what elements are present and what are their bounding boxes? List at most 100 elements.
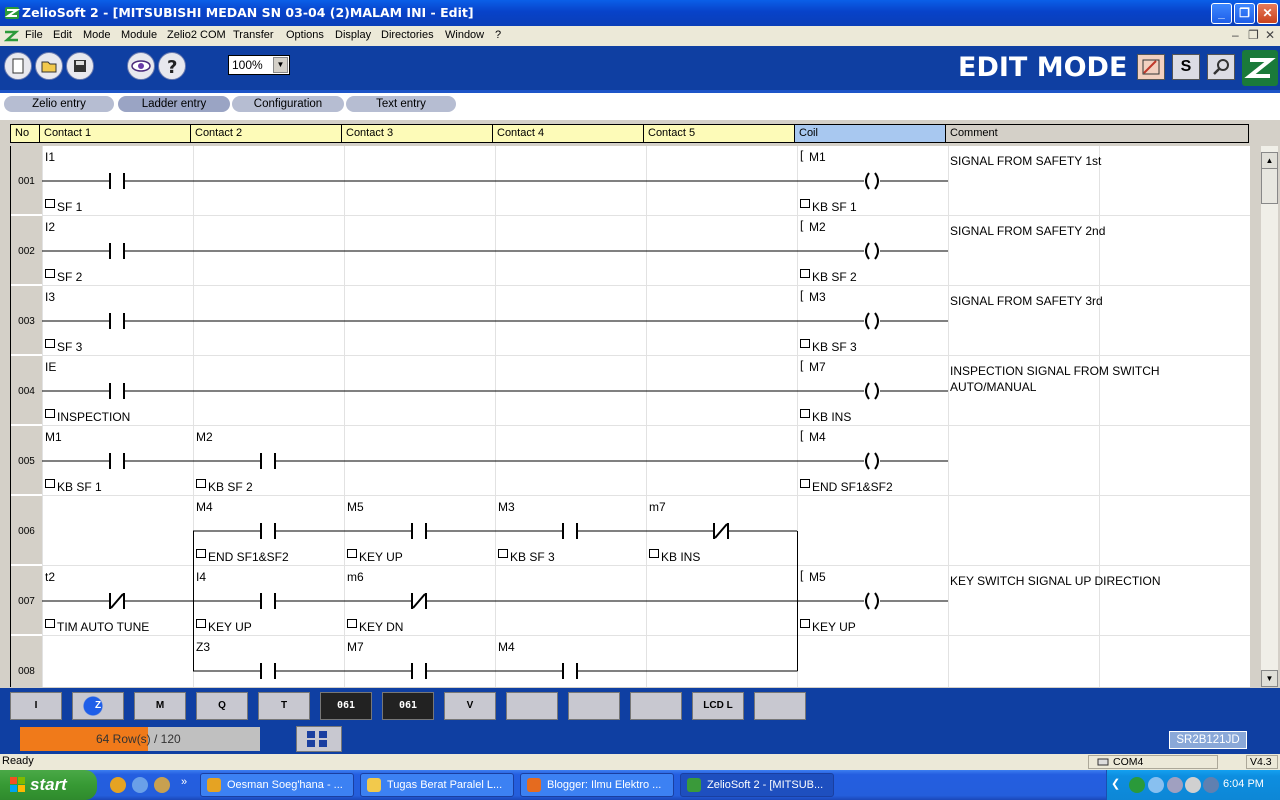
security-tray-icon[interactable] [1203, 777, 1219, 793]
chrome-quicklaunch-icon[interactable] [110, 777, 126, 793]
text-block-button[interactable] [630, 692, 682, 720]
label-checkbox[interactable] [45, 619, 55, 628]
clock-button[interactable] [568, 692, 620, 720]
mdi-minimize-icon[interactable]: – [1232, 28, 1239, 42]
contact-input-button[interactable]: I [10, 692, 62, 720]
scroll-thumb[interactable] [1261, 168, 1278, 204]
open-file-button[interactable] [35, 52, 63, 80]
header-contact-1[interactable]: Contact 1 [40, 124, 191, 143]
menu-file[interactable]: File [25, 29, 43, 41]
taskbar-task[interactable]: Oesman Soeg'hana - ... [200, 773, 354, 797]
label-checkbox[interactable] [800, 199, 810, 208]
label-checkbox[interactable] [45, 409, 55, 418]
label-checkbox[interactable] [800, 409, 810, 418]
menu-edit[interactable]: Edit [53, 29, 72, 41]
taskbar-task[interactable]: Tugas Berat Paralel L... [360, 773, 514, 797]
taskbar-task[interactable]: Blogger: Ilmu Elektro ... [520, 773, 674, 797]
row-number[interactable]: 003 [11, 286, 42, 355]
scroll-down-icon[interactable]: ▼ [1261, 670, 1278, 687]
quicklaunch-more-icon[interactable]: » [181, 776, 187, 788]
label-checkbox[interactable] [45, 339, 55, 348]
row-number[interactable]: 004 [11, 356, 42, 425]
label-checkbox[interactable] [347, 619, 357, 628]
label-checkbox[interactable] [196, 479, 206, 488]
output-q-button[interactable]: Q [196, 692, 248, 720]
volume-tray-icon[interactable] [1185, 777, 1201, 793]
label-checkbox[interactable] [45, 269, 55, 278]
label-checkbox[interactable] [196, 619, 206, 628]
dropdown-arrow-icon[interactable]: ▼ [273, 57, 288, 73]
new-file-button[interactable] [4, 52, 32, 80]
monitor-view-button[interactable] [127, 52, 155, 80]
row-number[interactable]: 001 [11, 146, 42, 215]
menu-mode[interactable]: Mode [83, 29, 111, 41]
scroll-up-icon[interactable]: ▲ [1261, 152, 1278, 169]
row-number[interactable]: 007 [11, 566, 42, 635]
header-contact-5[interactable]: Contact 5 [644, 124, 795, 143]
edit-mode-button[interactable] [1137, 54, 1165, 80]
tab-configuration[interactable]: Configuration [232, 96, 344, 112]
lcd-button[interactable]: LCD L [692, 692, 744, 720]
label-checkbox[interactable] [800, 339, 810, 348]
menu-directories[interactable]: Directories [381, 29, 434, 41]
light-button[interactable] [754, 692, 806, 720]
aux-relay-m-button[interactable]: M [134, 692, 186, 720]
label-checkbox[interactable] [800, 479, 810, 488]
tab-ladder-entry[interactable]: Ladder entry [118, 96, 230, 112]
help-button[interactable]: ? [158, 52, 186, 80]
taskbar-task[interactable]: ZelioSoft 2 - [MITSUB... [680, 773, 834, 797]
zoom-select[interactable]: 100% ▼ [228, 55, 290, 75]
menu-options[interactable]: Options [286, 29, 324, 41]
row-number[interactable]: 008 [11, 636, 42, 687]
header-comment[interactable]: Comment [946, 124, 1249, 143]
menu-module[interactable]: Module [121, 29, 157, 41]
tab-text-entry[interactable]: Text entry [346, 96, 456, 112]
menu-zelio2-com[interactable]: Zelio2 COM [167, 29, 226, 41]
tray-expand-icon[interactable]: ❮ [1111, 777, 1120, 790]
tool-quicklaunch-icon[interactable] [154, 777, 170, 793]
menu-help[interactable]: ? [495, 29, 501, 41]
label-checkbox[interactable] [347, 549, 357, 558]
label-checkbox[interactable] [800, 619, 810, 628]
counter-button[interactable]: 061 [320, 692, 372, 720]
label-checkbox[interactable] [45, 199, 55, 208]
bluetooth-tray-icon[interactable] [1148, 777, 1164, 793]
close-button[interactable]: ✕ [1257, 3, 1278, 24]
ladder-grid[interactable]: 001 SIGNAL FROM SAFETY 1st 002 SIGNAL FROM … [10, 146, 1250, 687]
header-contact-3[interactable]: Contact 3 [342, 124, 493, 143]
ie-quicklaunch-icon[interactable] [132, 777, 148, 793]
vertical-scrollbar[interactable]: ▲ ▼ [1261, 146, 1278, 687]
timer-button[interactable]: T [258, 692, 310, 720]
tab-zelio-entry[interactable]: Zelio entry [4, 96, 114, 112]
header-contact-2[interactable]: Contact 2 [191, 124, 342, 143]
label-checkbox[interactable] [649, 549, 659, 558]
menu-transfer[interactable]: Transfer [233, 29, 274, 41]
mdi-restore-icon[interactable]: ❐ [1248, 28, 1259, 42]
menu-window[interactable]: Window [445, 29, 484, 41]
header-coil[interactable]: Coil [795, 124, 946, 143]
analog-button[interactable] [506, 692, 558, 720]
monitoring-mode-button[interactable] [1207, 54, 1235, 80]
label-checkbox[interactable] [45, 479, 55, 488]
fast-counter-button[interactable]: 061 [382, 692, 434, 720]
simulation-mode-button[interactable]: S [1172, 54, 1200, 80]
start-button[interactable]: start [0, 770, 97, 800]
header-no[interactable]: No [10, 124, 40, 143]
aux-relay-z-button[interactable]: Z [72, 692, 124, 720]
row-number[interactable]: 006 [11, 496, 42, 565]
save-file-button[interactable] [66, 52, 94, 80]
comparator-button[interactable]: V [444, 692, 496, 720]
module-view-button[interactable] [296, 726, 342, 752]
label-checkbox[interactable] [498, 549, 508, 558]
row-number[interactable]: 005 [11, 426, 42, 495]
label-checkbox[interactable] [196, 549, 206, 558]
menu-display[interactable]: Display [335, 29, 371, 41]
mdi-close-icon[interactable]: ✕ [1265, 28, 1275, 42]
minimize-button[interactable]: _ [1211, 3, 1232, 24]
network-tray-icon[interactable] [1129, 777, 1145, 793]
label-checkbox[interactable] [800, 269, 810, 278]
monitor-tray-icon[interactable] [1167, 777, 1183, 793]
maximize-button[interactable]: ❐ [1234, 3, 1255, 24]
row-number[interactable]: 002 [11, 216, 42, 285]
header-contact-4[interactable]: Contact 4 [493, 124, 644, 143]
